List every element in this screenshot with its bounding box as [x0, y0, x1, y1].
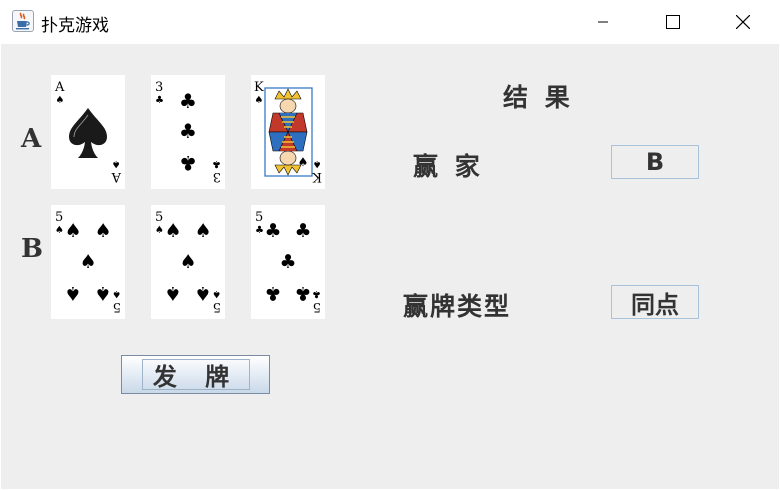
card-five-of-clubs: 5 ♣ ♣ ♣ ♣ ♣ ♣ 5 ♣ [251, 205, 325, 319]
svg-text:♠: ♠ [112, 158, 121, 169]
svg-text:♣: ♣ [155, 95, 164, 106]
svg-text:♣: ♣ [212, 158, 221, 169]
svg-text:5: 5 [255, 210, 263, 225]
svg-text:A: A [111, 169, 122, 184]
svg-text:♣: ♣ [179, 151, 197, 175]
result-title: 结 果 [503, 83, 574, 112]
svg-text:♠: ♠ [194, 282, 211, 304]
svg-text:♠: ♠ [164, 220, 181, 242]
svg-text:5: 5 [155, 210, 163, 225]
svg-text:5: 5 [313, 299, 321, 314]
svg-text:♠: ♠ [164, 282, 181, 304]
hand-type-label: 赢牌类型 [403, 292, 512, 321]
svg-text:♣: ♣ [294, 220, 311, 242]
maximize-button[interactable] [650, 0, 696, 44]
svg-text:♠: ♠ [64, 282, 81, 304]
card-five-of-spades: 5 ♠ ♠ ♠ ♠ ♠ ♠ 5 ♠ [151, 205, 225, 319]
deal-button-label: 发 牌 [142, 359, 250, 391]
svg-text:♠: ♠ [179, 251, 196, 273]
svg-text:♣: ♣ [264, 282, 281, 304]
card-three-of-clubs: 3 ♣ ♣ ♣ ♣ 3 ♣ [151, 75, 225, 189]
player-b-label: B [21, 234, 43, 264]
svg-text:♠: ♠ [112, 288, 121, 299]
card-five-of-spades: 5 ♠ ♠ ♠ ♠ ♠ ♠ 5 ♠ [51, 205, 125, 319]
minimize-button[interactable] [580, 0, 626, 44]
svg-text:5: 5 [113, 299, 121, 314]
card-king-of-spades: K ♠ ♠ K ♠ [251, 75, 325, 189]
svg-text:3: 3 [155, 80, 163, 95]
svg-text:♣: ♣ [312, 288, 321, 299]
svg-text:♠: ♠ [94, 220, 111, 242]
close-button[interactable] [720, 0, 766, 44]
svg-text:5: 5 [213, 299, 221, 314]
svg-text:♠: ♠ [94, 282, 111, 304]
title-bar: 扑克游戏 [0, 0, 780, 44]
svg-text:3: 3 [213, 169, 221, 184]
svg-text:♠: ♠ [212, 288, 221, 299]
card-ace-of-spades: A ♠ A ♠ [51, 75, 125, 189]
svg-text:♠: ♠ [155, 225, 164, 236]
svg-text:♠: ♠ [313, 158, 322, 169]
svg-text:♣: ♣ [264, 220, 281, 242]
winner-label: 赢 家 [413, 152, 484, 181]
svg-text:K: K [254, 80, 264, 95]
svg-text:♠: ♠ [298, 155, 309, 169]
window-title: 扑克游戏 [41, 16, 109, 36]
deal-button[interactable]: 发 牌 [121, 355, 270, 394]
svg-text:A: A [54, 80, 65, 95]
svg-text:♠: ♠ [79, 251, 96, 273]
svg-text:♣: ♣ [279, 251, 296, 273]
svg-text:♠: ♠ [64, 220, 81, 242]
player-a-label: A [21, 124, 42, 154]
svg-text:5: 5 [55, 210, 63, 225]
svg-text:♠: ♠ [56, 95, 65, 106]
svg-text:♣: ♣ [179, 89, 197, 113]
svg-text:♣: ♣ [294, 282, 311, 304]
winner-value: B [611, 145, 699, 179]
svg-text:♠: ♠ [255, 95, 264, 106]
svg-text:♣: ♣ [255, 225, 264, 236]
java-cup-icon [12, 10, 34, 32]
svg-text:K: K [312, 169, 322, 184]
svg-text:♣: ♣ [179, 119, 197, 143]
svg-text:♠: ♠ [55, 225, 64, 236]
hand-type-value: 同点 [611, 285, 699, 319]
svg-text:♠: ♠ [194, 220, 211, 242]
